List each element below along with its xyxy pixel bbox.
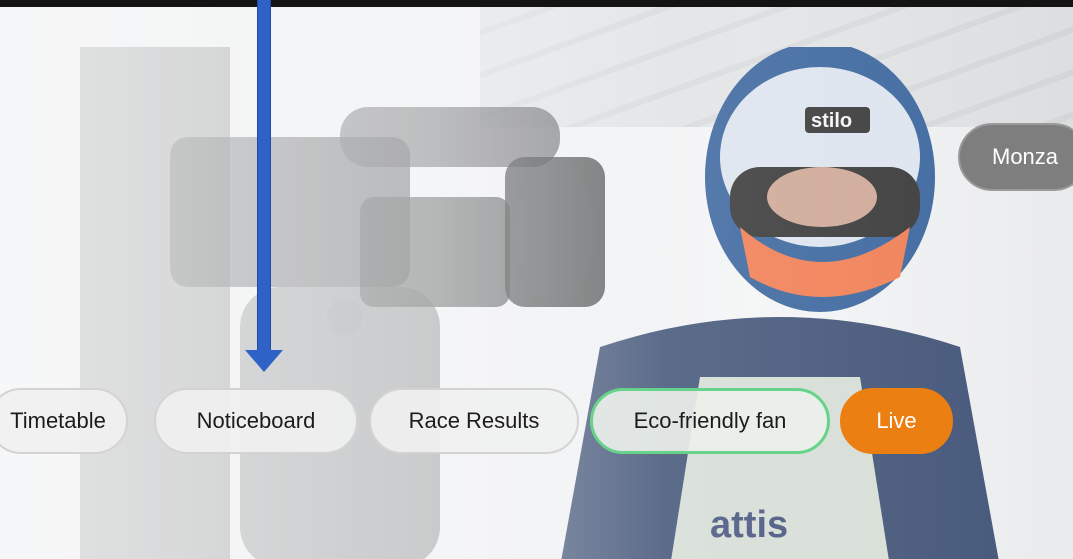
nav-live-button[interactable]: Live — [840, 388, 953, 454]
monza-label: Monza — [992, 144, 1059, 169]
nav-noticeboard-button[interactable]: Noticeboard — [154, 388, 358, 454]
timetable-label: Timetable — [10, 408, 106, 433]
top-bar — [0, 0, 1073, 7]
annotation-arrow-shaft — [257, 0, 271, 352]
nav-timetable-button[interactable]: Timetable — [0, 388, 128, 454]
event-monza-button[interactable]: Monza — [958, 123, 1073, 191]
race-results-label: Race Results — [408, 408, 540, 433]
hero-background-image: attis stilo — [0, 7, 1073, 559]
nav-eco-friendly-fan-button[interactable]: Eco-friendly fan — [590, 388, 830, 454]
annotation-arrow-icon — [245, 350, 283, 372]
live-label: Live — [876, 408, 917, 433]
image-fade-overlay — [0, 7, 1073, 559]
eco-friendly-fan-label: Eco-friendly fan — [633, 408, 787, 433]
nav-race-results-button[interactable]: Race Results — [369, 388, 579, 454]
noticeboard-label: Noticeboard — [196, 408, 316, 433]
